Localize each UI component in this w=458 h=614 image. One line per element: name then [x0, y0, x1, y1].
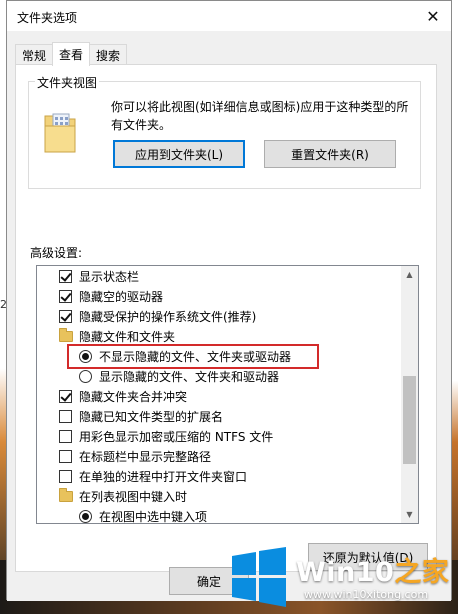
- scroll-up-arrow[interactable]: ▲: [401, 266, 418, 283]
- apply-to-folders-button[interactable]: 应用到文件夹(L): [113, 140, 245, 168]
- title-bar[interactable]: 文件夹选项 ✕: [7, 1, 451, 31]
- watermark-name-suffix: 之家: [394, 557, 450, 588]
- setting-show-status-bar[interactable]: 显示状态栏: [59, 266, 139, 286]
- tab-strip: 常规 查看 搜索: [15, 42, 128, 66]
- setting-label: 隐藏已知文件类型的扩展名: [79, 409, 224, 424]
- setting-label: 显示隐藏的文件、文件夹和驱动器: [99, 369, 280, 384]
- chevron-up-icon: ▲: [406, 270, 413, 279]
- setting-hide-merge-conflicts[interactable]: 隐藏文件夹合并冲突: [59, 386, 187, 406]
- radio-button[interactable]: [79, 509, 92, 523]
- setting-group-typing-in-list: 在列表视图中键入时: [59, 486, 187, 506]
- checkbox[interactable]: [59, 289, 72, 303]
- setting-full-path-title[interactable]: 在标题栏中显示完整路径: [59, 446, 211, 466]
- setting-label: 在视图中选中键入项: [99, 509, 208, 524]
- radio-button[interactable]: [79, 369, 92, 383]
- scroll-down-arrow[interactable]: ▼: [401, 506, 418, 523]
- reset-folders-button[interactable]: 重置文件夹(R): [264, 140, 396, 168]
- folder-view-group: 文件夹视图 你可以将此视图(如详细信息或图标)应用于这种类型的所有文件夹。 应用…: [28, 74, 421, 189]
- checkbox[interactable]: [59, 389, 72, 403]
- setting-hide-extensions[interactable]: 隐藏已知文件类型的扩展名: [59, 406, 223, 426]
- watermark-url: www.win10xitong.com: [304, 588, 429, 601]
- setting-group-hidden-files: 隐藏文件和文件夹: [59, 326, 175, 346]
- vertical-scrollbar[interactable]: ▲ ▼: [401, 266, 418, 523]
- setting-label: 在标题栏中显示完整路径: [79, 449, 212, 464]
- checkbox[interactable]: [59, 449, 72, 463]
- tab-search[interactable]: 搜索: [89, 44, 128, 65]
- setting-hide-protected-os-files[interactable]: 隐藏受保护的操作系统文件(推荐): [59, 306, 256, 326]
- setting-label: 显示状态栏: [79, 269, 140, 284]
- watermark-name-prefix: Win10: [296, 557, 395, 588]
- win10-watermark: Win10之家 www.win10xitong.com: [224, 544, 458, 614]
- setting-label: 隐藏文件夹合并冲突: [79, 389, 188, 404]
- setting-show-hidden[interactable]: 显示隐藏的文件、文件夹和驱动器: [79, 366, 279, 386]
- checkbox[interactable]: [59, 309, 72, 323]
- setting-label: 隐藏受保护的操作系统文件(推荐): [79, 309, 257, 324]
- tab-general[interactable]: 常规: [15, 44, 54, 65]
- setting-group-label: 在列表视图中键入时: [79, 489, 188, 504]
- setting-hide-empty-drives[interactable]: 隐藏空的驱动器: [59, 286, 163, 306]
- checkbox[interactable]: [59, 269, 72, 283]
- close-icon: ✕: [426, 6, 440, 26]
- watermark-title: Win10之家: [296, 550, 449, 589]
- setting-label: 在单独的进程中打开文件夹窗口: [79, 469, 248, 484]
- checkbox[interactable]: [59, 429, 72, 443]
- setting-color-ntfs[interactable]: 用彩色显示加密或压缩的 NTFS 文件: [59, 426, 273, 446]
- setting-label: 用彩色显示加密或压缩的 NTFS 文件: [79, 429, 274, 444]
- folder-view-group-label: 文件夹视图: [35, 74, 100, 91]
- tab-view[interactable]: 查看: [52, 42, 91, 66]
- windows-logo-icon: [232, 547, 286, 607]
- dialog-client-area: 常规 查看 搜索 文件夹视图 你可以将此视图(如详细信息或图标)应用于这种类型的…: [7, 31, 451, 601]
- checkbox[interactable]: [59, 409, 72, 423]
- highlight-annotation-box: [67, 344, 319, 369]
- folder-icon: [59, 327, 73, 342]
- advanced-settings-tree[interactable]: 显示状态栏 隐藏空的驱动器 隐藏受保护的操作系统文件(推荐) 隐藏文件和文件夹: [36, 265, 419, 524]
- folder-icon: [59, 487, 73, 502]
- setting-select-typed-item[interactable]: 在视图中选中键入项: [79, 506, 208, 524]
- folder-view-icon: [44, 113, 76, 153]
- setting-group-label: 隐藏文件和文件夹: [79, 329, 176, 344]
- view-tab-panel: 文件夹视图 你可以将此视图(如详细信息或图标)应用于这种类型的所有文件夹。 应用…: [15, 64, 437, 572]
- window-title: 文件夹选项: [17, 11, 78, 25]
- setting-label: 隐藏空的驱动器: [79, 289, 164, 304]
- folder-view-description: 你可以将此视图(如详细信息或图标)应用于这种类型的所有文件夹。: [111, 100, 409, 132]
- advanced-settings-label: 高级设置:: [30, 246, 83, 260]
- setting-separate-process[interactable]: 在单独的进程中打开文件夹窗口: [59, 466, 247, 486]
- chevron-down-icon: ▼: [406, 510, 413, 519]
- close-button[interactable]: ✕: [415, 1, 451, 31]
- scrollbar-thumb[interactable]: [403, 376, 416, 464]
- folder-options-dialog: 文件夹选项 ✕ 常规 查看 搜索 文件夹视图 你可以将此视图(如详细信息或图标)…: [6, 0, 452, 601]
- checkbox[interactable]: [59, 469, 72, 483]
